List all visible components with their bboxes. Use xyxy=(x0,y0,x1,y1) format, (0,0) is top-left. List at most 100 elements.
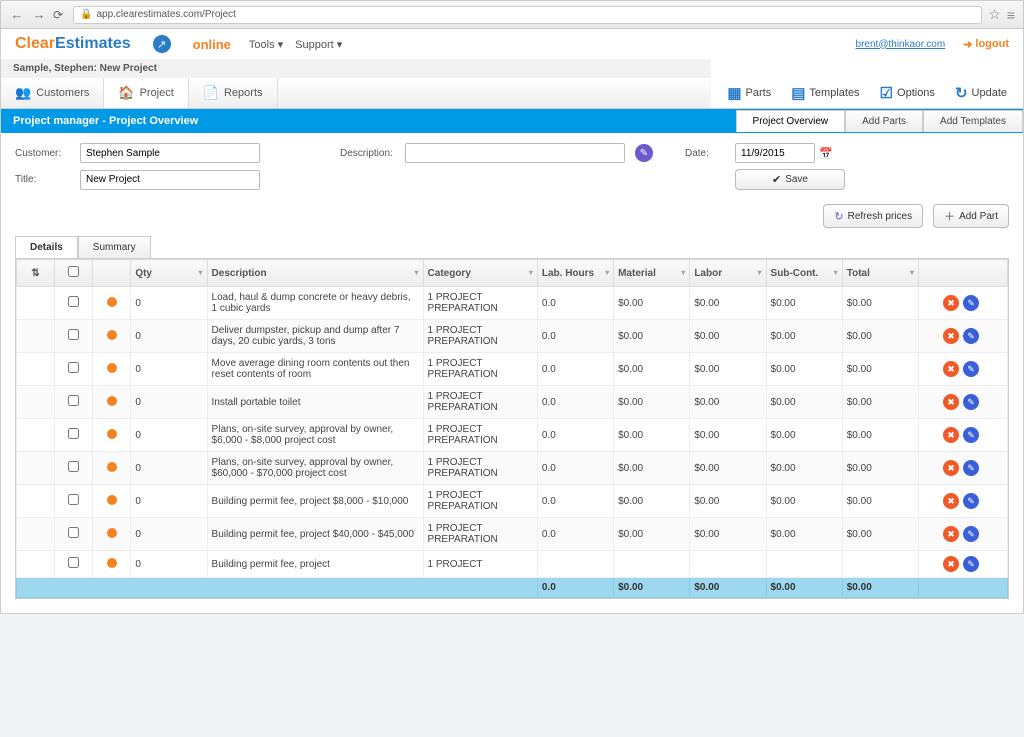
edit-row-button[interactable]: ✎ xyxy=(963,328,979,344)
cell-category: 1 PROJECT PREPARATION xyxy=(423,353,537,386)
save-button[interactable]: ✔ Save xyxy=(735,169,845,190)
address-bar[interactable]: 🔒 app.clearestimates.com/Project xyxy=(73,6,982,24)
calendar-icon[interactable]: 📅 xyxy=(819,147,833,160)
cell-labor: $0.00 xyxy=(690,287,766,320)
cell-category: 1 PROJECT PREPARATION xyxy=(423,485,537,518)
logout-icon: ➜ xyxy=(963,38,972,51)
cell-sub xyxy=(766,551,842,578)
tab-reports[interactable]: 📄 Reports xyxy=(189,78,278,108)
delete-row-button[interactable]: ✖ xyxy=(943,427,959,443)
action-options[interactable]: ☑Options xyxy=(880,84,935,102)
col-subcont[interactable]: Sub-Cont.▾ xyxy=(766,260,842,287)
add-part-button[interactable]: ＋ Add Part xyxy=(933,204,1009,228)
delete-row-button[interactable]: ✖ xyxy=(943,361,959,377)
cell-category: 1 PROJECT PREPARATION xyxy=(423,419,537,452)
menu-tools[interactable]: Tools ▾ xyxy=(249,38,283,51)
back-icon[interactable]: ← xyxy=(9,7,25,23)
cell-lab: 0.0 xyxy=(537,485,613,518)
edit-row-button[interactable]: ✎ xyxy=(963,394,979,410)
row-checkbox[interactable] xyxy=(68,395,79,406)
edit-row-button[interactable]: ✎ xyxy=(963,295,979,311)
row-checkbox[interactable] xyxy=(68,527,79,538)
delete-row-button[interactable]: ✖ xyxy=(943,295,959,311)
col-labor[interactable]: Labor▾ xyxy=(690,260,766,287)
tab-customers[interactable]: 👥 Customers xyxy=(1,78,104,108)
row-checkbox[interactable] xyxy=(68,329,79,340)
edit-row-button[interactable]: ✎ xyxy=(963,526,979,542)
description-input[interactable] xyxy=(405,143,625,163)
select-all-checkbox[interactable] xyxy=(68,266,79,277)
cell-material: $0.00 xyxy=(614,518,690,551)
customers-icon: 👥 xyxy=(15,85,31,101)
col-qty[interactable]: Qty▾ xyxy=(131,260,207,287)
logo: ClearEstimates xyxy=(15,35,131,53)
col-total[interactable]: Total▾ xyxy=(842,260,918,287)
edit-row-button[interactable]: ✎ xyxy=(963,427,979,443)
action-update[interactable]: ↻Update xyxy=(955,84,1007,102)
col-drag: ⇅ xyxy=(17,260,55,287)
row-checkbox[interactable] xyxy=(68,461,79,472)
menu-support[interactable]: Support ▾ xyxy=(295,38,342,51)
status-dot-icon xyxy=(107,495,117,505)
forward-icon[interactable]: → xyxy=(31,7,47,23)
edit-row-button[interactable]: ✎ xyxy=(963,361,979,377)
cell-lab: 0.0 xyxy=(537,386,613,419)
lock-icon: 🔒 xyxy=(80,9,92,20)
delete-row-button[interactable]: ✖ xyxy=(943,328,959,344)
pagetab-addtemplates[interactable]: Add Templates xyxy=(923,110,1023,132)
cell-lab: 0.0 xyxy=(537,452,613,485)
delete-row-button[interactable]: ✖ xyxy=(943,394,959,410)
foot-lab: 0.0 xyxy=(537,578,613,598)
cell-description: Install portable toilet xyxy=(207,386,423,419)
blue-bar: Project manager - Project Overview Proje… xyxy=(1,109,1023,133)
status-dot-icon xyxy=(107,528,117,538)
delete-row-button[interactable]: ✖ xyxy=(943,556,959,572)
plus-icon: ＋ xyxy=(944,208,955,224)
cell-sub: $0.00 xyxy=(766,419,842,452)
status-dot-icon xyxy=(107,297,117,307)
row-checkbox[interactable] xyxy=(68,362,79,373)
cell-qty: 0 xyxy=(131,551,207,578)
page-tabs: Project Overview Add Parts Add Templates xyxy=(736,110,1023,132)
bookmark-icon[interactable]: ☆ xyxy=(988,6,1001,23)
row-checkbox[interactable] xyxy=(68,557,79,568)
delete-row-button[interactable]: ✖ xyxy=(943,460,959,476)
cell-category: 1 PROJECT xyxy=(423,551,537,578)
tab-project[interactable]: 🏠 Project xyxy=(104,78,188,108)
delete-row-button[interactable]: ✖ xyxy=(943,526,959,542)
subtab-details[interactable]: Details xyxy=(15,236,78,258)
col-description[interactable]: Description▾ xyxy=(207,260,423,287)
action-parts[interactable]: ▦Parts xyxy=(727,84,771,102)
cell-description: Move average dining room contents out th… xyxy=(207,353,423,386)
col-material[interactable]: Material▾ xyxy=(614,260,690,287)
action-templates[interactable]: ▤Templates xyxy=(791,84,859,102)
customer-input[interactable] xyxy=(80,143,260,163)
url-text: app.clearestimates.com/Project xyxy=(96,9,236,20)
edit-row-button[interactable]: ✎ xyxy=(963,460,979,476)
date-input[interactable] xyxy=(735,143,815,163)
user-email-link[interactable]: brent@thinkaor.com xyxy=(856,39,946,50)
refresh-prices-button[interactable]: ↻ Refresh prices xyxy=(823,204,923,228)
pagetab-overview[interactable]: Project Overview xyxy=(736,110,846,132)
cell-total: $0.00 xyxy=(842,320,918,353)
row-checkbox[interactable] xyxy=(68,296,79,307)
pagetab-addparts[interactable]: Add Parts xyxy=(845,110,923,132)
reload-icon[interactable]: ⟳ xyxy=(53,8,67,22)
edit-row-button[interactable]: ✎ xyxy=(963,556,979,572)
edit-row-button[interactable]: ✎ xyxy=(963,493,979,509)
cell-qty: 0 xyxy=(131,287,207,320)
foot-mat: $0.00 xyxy=(614,578,690,598)
row-checkbox[interactable] xyxy=(68,494,79,505)
browser-menu-icon[interactable]: ≡ xyxy=(1007,7,1015,23)
cell-material: $0.00 xyxy=(614,287,690,320)
col-category[interactable]: Category▾ xyxy=(423,260,537,287)
edit-description-button[interactable]: ✎ xyxy=(635,144,653,162)
cell-description: Plans, on-site survey, approval by owner… xyxy=(207,419,423,452)
row-checkbox[interactable] xyxy=(68,428,79,439)
delete-row-button[interactable]: ✖ xyxy=(943,493,959,509)
subtab-summary[interactable]: Summary xyxy=(78,236,151,258)
logout-button[interactable]: ➜ logout xyxy=(963,38,1009,51)
templates-icon: ▤ xyxy=(791,84,805,102)
col-lab[interactable]: Lab. Hours▾ xyxy=(537,260,613,287)
title-input[interactable] xyxy=(80,170,260,190)
